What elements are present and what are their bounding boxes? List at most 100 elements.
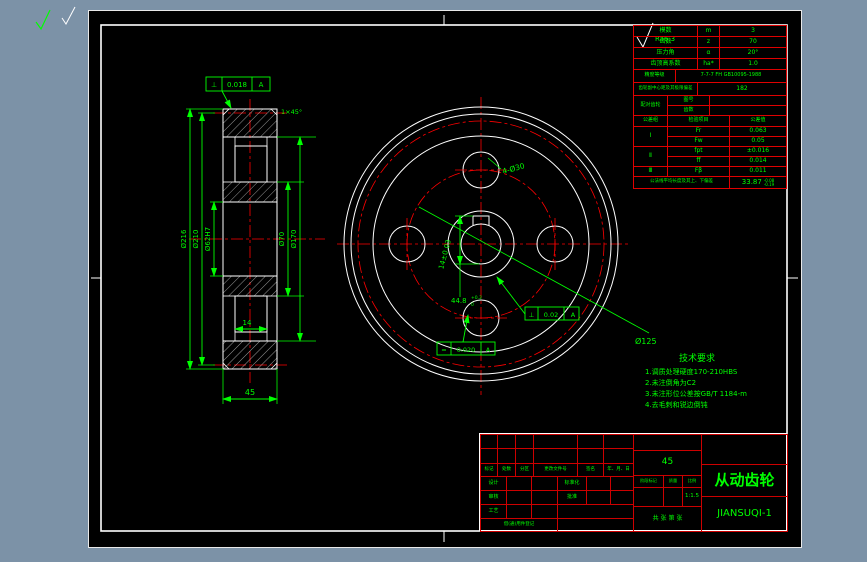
dim-hub-diameter: Ø70 xyxy=(278,232,286,246)
w-lower-dev: -0.19 xyxy=(763,181,775,187)
item-code: Fβ xyxy=(668,167,730,176)
param-value: 1.0 xyxy=(748,59,758,67)
roughness-mark-icon xyxy=(61,6,76,25)
param-symbol: z xyxy=(698,37,720,47)
signature-cell xyxy=(506,490,532,505)
table-row: 公法线平均长度及其上、下偏差 33.87 -0.08 -0.19 xyxy=(634,177,786,188)
table-row: 精度等级 7-7-7 FH GB10095-1988 xyxy=(634,70,786,83)
date-cell xyxy=(531,490,558,505)
hub-hatch-bottom xyxy=(222,275,278,297)
drawing-number: JIANSUQI-1 xyxy=(701,496,788,532)
table-row: Ⅱ fpt ±0.016 ff 0.014 xyxy=(634,147,786,167)
record-cell xyxy=(515,434,534,449)
record-header: 年、月、日 xyxy=(603,463,634,477)
item-code: Fw xyxy=(668,137,730,146)
tolerance-value: 0.018 xyxy=(227,81,247,89)
tolerance-group: Ⅲ xyxy=(634,167,668,176)
borrow-record: 借(通)用件登记 xyxy=(480,518,558,532)
tech-req-line: 2.未注倒角为C2 xyxy=(645,378,696,387)
date-cell xyxy=(531,476,558,491)
record-cell xyxy=(577,448,604,464)
record-header: 分区 xyxy=(515,463,534,477)
signature-cell xyxy=(586,490,611,505)
table-row: 模数 m 3 xyxy=(634,26,786,37)
role-approve: 批准 xyxy=(557,490,587,505)
role-process: 工艺 xyxy=(480,504,507,519)
param-value xyxy=(710,106,786,115)
role-check: 审核 xyxy=(480,490,507,505)
tolerance-group: Ⅰ xyxy=(634,127,668,146)
empty-cell xyxy=(557,518,634,532)
role-design: 设计 xyxy=(480,476,507,491)
dim-web-diameter: Ø170 xyxy=(290,230,298,249)
record-header: 更改文件号 xyxy=(533,463,578,477)
dim-bolt-circle: Ø125 xyxy=(635,336,657,346)
gear-front-view: Ø125 4-Ø30 14±0.03 44.8 +0.2 0 = 0.020 A… xyxy=(337,97,657,395)
param-symbol: α xyxy=(698,48,720,58)
part-name: 从动齿轮 xyxy=(701,464,788,497)
material-cell: 45 xyxy=(633,450,702,476)
item-value: 0.014 xyxy=(749,157,767,165)
param-value: 20° xyxy=(747,48,759,56)
tech-req-line: 1.调质处理硬度170-210HBS xyxy=(645,367,738,376)
record-cell xyxy=(603,434,634,449)
tolerance-datum: A xyxy=(571,311,576,319)
record-header: 签名 xyxy=(577,463,604,477)
item-value: 0.011 xyxy=(749,167,767,175)
column-header: 检验项目 xyxy=(668,116,730,126)
param-value xyxy=(710,96,786,105)
dim-outer-diameter: Ø216 xyxy=(180,229,188,248)
record-cell xyxy=(515,448,534,464)
record-cell xyxy=(577,434,604,449)
table-row: Ⅰ Fr 0.063 Fw 0.05 xyxy=(634,127,786,147)
date-cell xyxy=(531,504,558,519)
weight-value xyxy=(663,487,683,507)
empty-cell xyxy=(557,504,634,519)
param-label: 配对齿轮 xyxy=(634,96,668,115)
dim-rim-width: 14 xyxy=(243,319,252,327)
tolerance-symbol: = xyxy=(441,346,446,354)
dim-bore-diameter: Ø62H7 xyxy=(204,227,212,251)
column-header: 公差组 xyxy=(634,116,668,126)
signature-cell xyxy=(506,504,532,519)
table-row: 压力角 α 20° xyxy=(634,48,786,59)
table-row: 配对齿轮 图号 齿数 xyxy=(634,96,786,116)
param-label: 齿顶高系数 xyxy=(634,59,698,69)
hub-hatch-top xyxy=(222,181,278,203)
dim-pitch-diameter: Ø210 xyxy=(192,230,200,249)
tolerance-group: Ⅱ xyxy=(634,147,668,166)
chamfer-note: 1×45° xyxy=(281,108,302,116)
param-value: 33.87 -0.08 -0.19 xyxy=(730,177,786,188)
date-cell xyxy=(610,490,634,505)
company-cell xyxy=(701,434,788,465)
dim-keyway-height: 44.8 xyxy=(451,297,467,305)
scale-value: 1:1.5 xyxy=(682,487,702,507)
record-cell xyxy=(497,448,516,464)
item-value: 0.05 xyxy=(751,137,765,145)
tolerance-datum: A xyxy=(259,81,264,89)
dim-keyway-height-upper: +0.2 xyxy=(471,295,482,301)
param-sublabel: 齿数 xyxy=(668,106,710,115)
table-row: 齿顶高系数 ha* 1.0 xyxy=(634,59,786,70)
dim-face-width: 45 xyxy=(245,388,255,397)
w-value: 33.87 xyxy=(741,177,762,186)
tolerance-symbol: ⊥ xyxy=(211,81,217,89)
item-code: ff xyxy=(668,157,730,166)
param-value: 182 xyxy=(736,84,748,92)
record-cell xyxy=(480,434,498,449)
table-row: 齿轮副中心距及其极限偏差 182 xyxy=(634,83,786,96)
column-header: 公差值 xyxy=(750,117,766,124)
tech-req-line: 4.去毛刺和锐边倒钝 xyxy=(645,400,708,409)
tech-req-title: 技术要求 xyxy=(679,352,715,364)
role-standardization: 标准化 xyxy=(557,476,587,491)
param-symbol: ha* xyxy=(698,59,720,69)
tolerance-datum: A xyxy=(486,346,491,354)
table-row: 齿数 z 70 xyxy=(634,37,786,48)
title-block: 标记 处数 分区 更改文件号 签名 年、月、日 设计 审核 工艺 借(通)用件登… xyxy=(479,433,788,532)
param-label: 齿数 xyxy=(634,37,698,47)
param-label: 公法线平均长度及其上、下偏差 xyxy=(634,177,730,188)
param-value: 70 xyxy=(749,37,757,45)
signature-cell xyxy=(586,476,611,491)
dim-keyway-height-lower: 0 xyxy=(471,302,474,308)
drawing-sheet: Ø216 Ø210 Ø62H7 Ø70 Ø170 45 14 1×45° ⊥ 0… xyxy=(88,10,802,548)
